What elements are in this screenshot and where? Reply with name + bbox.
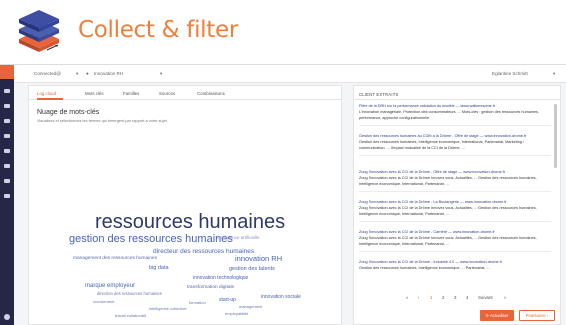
cloud-word[interactable]: innovation technologique xyxy=(193,276,248,281)
cloud-word[interactable]: intelligence collective xyxy=(149,307,187,311)
extracts-header: CLIENT EXTRAITS xyxy=(359,92,399,97)
workspace-select[interactable]: Connected@ xyxy=(34,71,61,76)
tab-combinaisons[interactable]: Combinaisons xyxy=(197,91,225,96)
divider xyxy=(359,251,551,252)
page-2-button[interactable]: 2 xyxy=(442,295,444,300)
nav-icon-2[interactable] xyxy=(4,104,10,108)
extract-snippet: Zoug l'innovation avec la CCI de la Drôm… xyxy=(359,176,537,186)
extract-source[interactable]: Zoug l'innovation avec la CCI de la Drôm… xyxy=(359,230,551,234)
cloud-word[interactable]: travail collaboratif xyxy=(115,314,146,318)
cloud-word[interactable]: innovation RH xyxy=(235,255,282,263)
extract-source[interactable]: Zoug l'innovation avec la CCI de la Drôm… xyxy=(359,200,551,204)
divider xyxy=(354,99,560,100)
cloud-word[interactable]: gestion des talents xyxy=(229,266,275,273)
chevron-down-icon[interactable]: ▾ xyxy=(76,71,78,77)
extract-source[interactable]: Zoug l'innovation avec la CCI de la Drôm… xyxy=(359,170,551,174)
page-title: Collect & filter xyxy=(78,17,238,43)
sidebar-rail xyxy=(0,65,14,325)
tab-familles[interactable]: Familles xyxy=(123,91,139,96)
cloud-word[interactable]: employabilité xyxy=(225,312,248,316)
home-icon[interactable] xyxy=(0,65,14,79)
cloud-word[interactable]: management des ressources humaines xyxy=(73,256,157,262)
cloud-subtitle: Visualisez et sélectionnez les termes qu… xyxy=(37,118,168,123)
continue-button[interactable]: Poursuivre › xyxy=(519,310,555,321)
next-page-button[interactable]: Suivant xyxy=(478,295,493,300)
app-frame: Connected@ ▾ ● Innovation RH ▾ Eglantine… xyxy=(0,64,566,325)
extract-snippet: Zoug l'innovation avec la CCI de la Drôm… xyxy=(359,236,537,246)
chevron-down-icon[interactable]: ▾ xyxy=(553,71,555,77)
extract-item[interactable]: Zoug l'innovation avec la CCI de la Drôm… xyxy=(359,230,551,252)
scrollbar[interactable] xyxy=(554,104,557,168)
cloud-panel: Log cloud Mots clés Familles Sources Com… xyxy=(28,85,342,325)
chevron-down-icon[interactable]: ▾ xyxy=(160,71,162,77)
tab-bar: Log cloud Mots clés Familles Sources Com… xyxy=(29,86,341,100)
cloud-word[interactable]: direction des ressources humaines xyxy=(97,291,162,296)
divider xyxy=(359,125,551,126)
user-menu[interactable]: Eglantine Schmitt xyxy=(492,71,528,76)
cloud-word[interactable]: marque employeur xyxy=(85,283,135,289)
extract-snippet: L'innovation managériale, Protection des… xyxy=(359,110,539,120)
extract-source[interactable]: Filtre de la DRH sur la performance vali… xyxy=(359,104,551,108)
refresh-button[interactable]: ⟳ Actualiser xyxy=(480,310,514,321)
extract-source[interactable]: Zoug l'innovation avec la CCI de la Drôm… xyxy=(359,260,551,264)
cloud-word[interactable]: gestion des ressources humaines xyxy=(69,234,233,245)
cloud-word[interactable]: big data xyxy=(149,265,169,272)
active-tab-indicator xyxy=(37,98,63,100)
page-3-button[interactable]: 3 xyxy=(454,295,456,300)
cloud-word[interactable]: start-up xyxy=(219,298,236,303)
tab-mots-cles[interactable]: Mots clés xyxy=(85,91,104,96)
divider xyxy=(359,155,551,156)
extract-item[interactable]: Zoug l'innovation avec la CCI de la Drôm… xyxy=(359,170,551,192)
nav-icon-3[interactable] xyxy=(4,119,10,123)
cloud-word[interactable]: innovation sociale xyxy=(261,295,301,300)
extract-item[interactable]: Gestion des ressources humaines au COM à… xyxy=(359,134,551,156)
cloud-word[interactable]: intelligence artificielle xyxy=(217,235,260,241)
extract-item[interactable]: Filtre de la DRH sur la performance vali… xyxy=(359,104,551,126)
extract-item[interactable]: Zoug l'innovation avec la CCI de la Drôm… xyxy=(359,260,551,272)
cloud-word[interactable]: management xyxy=(239,305,262,309)
extract-snippet: Zoug l'innovation avec la CCI de la Drôm… xyxy=(359,206,537,216)
tab-log-cloud[interactable]: Log cloud xyxy=(37,91,56,96)
help-icon[interactable] xyxy=(4,314,10,320)
cloud-word[interactable]: formation xyxy=(189,301,206,305)
extracts-panel: CLIENT EXTRAITS Filtre de la DRH sur la … xyxy=(353,85,561,325)
extract-item[interactable]: Zoug l'innovation avec la CCI de la Drôm… xyxy=(359,200,551,222)
divider xyxy=(359,191,551,192)
cloud-title: Nuage de mots-clés xyxy=(37,109,100,116)
nav-icon-5[interactable] xyxy=(4,149,10,153)
page-1-button[interactable]: 1 xyxy=(430,295,432,300)
page-header: Collect & filter xyxy=(0,0,566,64)
divider xyxy=(359,221,551,222)
extract-snippet: Gestion des ressources humaines, Intelli… xyxy=(359,140,525,150)
first-page-button[interactable]: « xyxy=(406,295,408,300)
nav-icon-1[interactable] xyxy=(4,89,10,93)
cloud-word[interactable]: ressources humaines xyxy=(95,212,285,232)
nav-icon-7[interactable] xyxy=(4,179,10,183)
last-page-button[interactable]: » xyxy=(504,295,506,300)
page-4-button[interactable]: 4 xyxy=(466,295,468,300)
cloud-word[interactable]: recrutement xyxy=(93,300,114,304)
top-bar: Connected@ ▾ ● Innovation RH ▾ Eglantine… xyxy=(14,65,566,83)
extract-source[interactable]: Gestion des ressources humaines au COM à… xyxy=(359,134,551,138)
nav-icon-6[interactable] xyxy=(4,164,10,168)
nav-icon-4[interactable] xyxy=(4,134,10,138)
globe-icon: ● xyxy=(86,71,89,76)
cloud-word[interactable]: transformation digitale xyxy=(187,285,234,291)
app-window: Collect & filter Connected@ ▾ ● Innovati… xyxy=(0,0,566,325)
nav-icon-8[interactable] xyxy=(4,194,10,198)
stacked-layers-logo xyxy=(19,10,59,52)
tab-sources[interactable]: Sources xyxy=(159,91,175,96)
pagination: « ‹ 1 2 3 4 Suivant » xyxy=(354,292,560,304)
source-select[interactable]: Innovation RH xyxy=(94,71,123,76)
extract-snippet: Gestion des ressources humaines, Intelli… xyxy=(359,266,490,270)
prev-page-button[interactable]: ‹ xyxy=(418,295,419,300)
